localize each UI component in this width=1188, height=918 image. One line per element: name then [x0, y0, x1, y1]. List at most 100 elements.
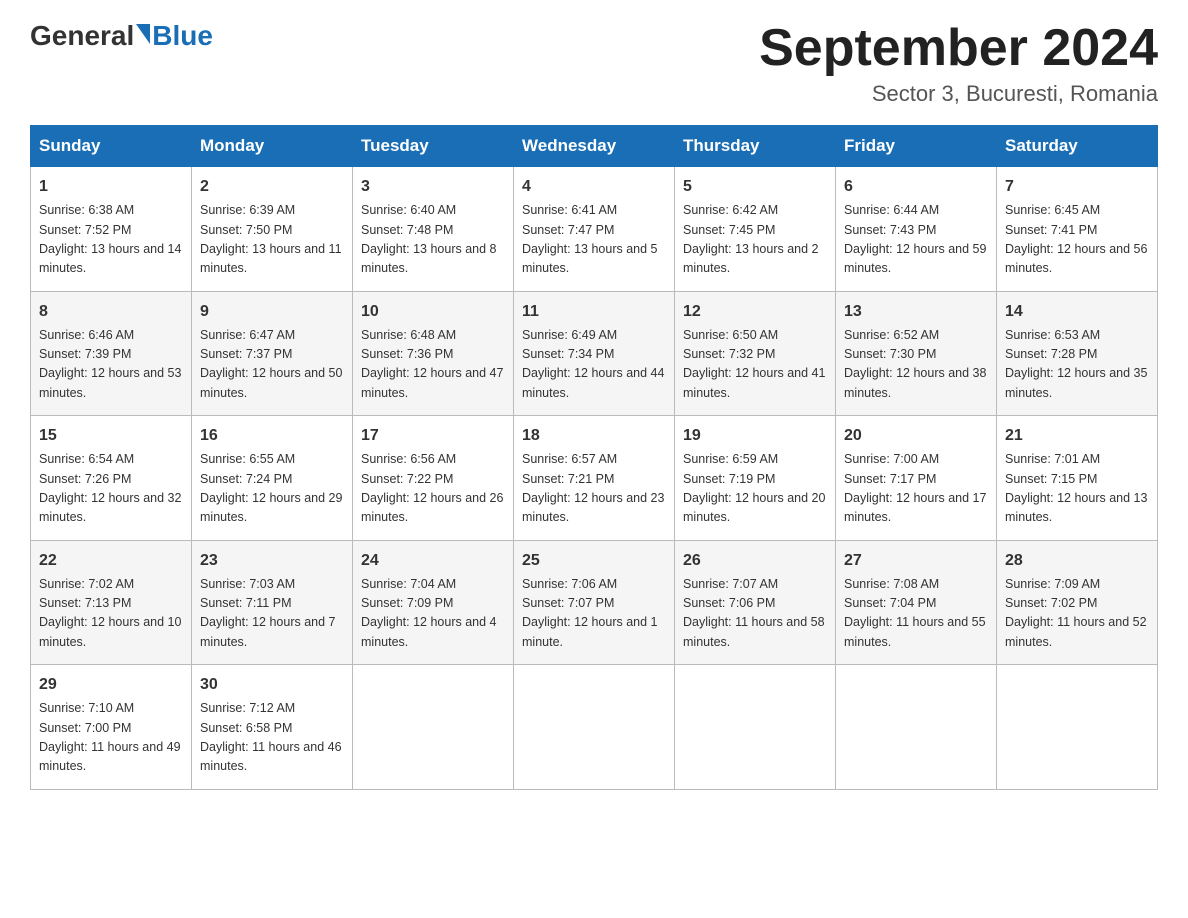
- day-number: 4: [522, 175, 666, 199]
- day-info: Sunrise: 6:59 AMSunset: 7:19 PMDaylight:…: [683, 450, 827, 528]
- day-number: 28: [1005, 549, 1149, 573]
- day-info: Sunrise: 7:02 AMSunset: 7:13 PMDaylight:…: [39, 575, 183, 653]
- day-number: 5: [683, 175, 827, 199]
- day-info: Sunrise: 6:41 AMSunset: 7:47 PMDaylight:…: [522, 201, 666, 279]
- calendar-cell: 10Sunrise: 6:48 AMSunset: 7:36 PMDayligh…: [353, 291, 514, 416]
- calendar-cell: 5Sunrise: 6:42 AMSunset: 7:45 PMDaylight…: [675, 167, 836, 292]
- day-number: 21: [1005, 424, 1149, 448]
- day-number: 26: [683, 549, 827, 573]
- title-area: September 2024 Sector 3, Bucuresti, Roma…: [759, 20, 1158, 107]
- day-number: 14: [1005, 300, 1149, 324]
- calendar-week-1: 1Sunrise: 6:38 AMSunset: 7:52 PMDaylight…: [31, 167, 1158, 292]
- calendar-header: Sunday Monday Tuesday Wednesday Thursday…: [31, 126, 1158, 167]
- day-number: 11: [522, 300, 666, 324]
- day-info: Sunrise: 7:12 AMSunset: 6:58 PMDaylight:…: [200, 699, 344, 777]
- col-tuesday: Tuesday: [353, 126, 514, 167]
- calendar-cell: 25Sunrise: 7:06 AMSunset: 7:07 PMDayligh…: [514, 540, 675, 665]
- day-number: 6: [844, 175, 988, 199]
- calendar-cell: [836, 665, 997, 790]
- day-number: 24: [361, 549, 505, 573]
- calendar-week-5: 29Sunrise: 7:10 AMSunset: 7:00 PMDayligh…: [31, 665, 1158, 790]
- day-info: Sunrise: 6:47 AMSunset: 7:37 PMDaylight:…: [200, 326, 344, 404]
- logo-arrow-icon: [136, 24, 150, 44]
- calendar-cell: 27Sunrise: 7:08 AMSunset: 7:04 PMDayligh…: [836, 540, 997, 665]
- calendar-cell: [675, 665, 836, 790]
- logo-blue-text: Blue: [152, 20, 213, 52]
- calendar-cell: 9Sunrise: 6:47 AMSunset: 7:37 PMDaylight…: [192, 291, 353, 416]
- day-number: 15: [39, 424, 183, 448]
- day-number: 7: [1005, 175, 1149, 199]
- header-row: Sunday Monday Tuesday Wednesday Thursday…: [31, 126, 1158, 167]
- day-number: 8: [39, 300, 183, 324]
- calendar-cell: [353, 665, 514, 790]
- calendar-table: Sunday Monday Tuesday Wednesday Thursday…: [30, 125, 1158, 790]
- day-number: 29: [39, 673, 183, 697]
- day-info: Sunrise: 7:08 AMSunset: 7:04 PMDaylight:…: [844, 575, 988, 653]
- day-info: Sunrise: 7:01 AMSunset: 7:15 PMDaylight:…: [1005, 450, 1149, 528]
- day-info: Sunrise: 6:42 AMSunset: 7:45 PMDaylight:…: [683, 201, 827, 279]
- day-number: 16: [200, 424, 344, 448]
- day-number: 22: [39, 549, 183, 573]
- day-info: Sunrise: 6:54 AMSunset: 7:26 PMDaylight:…: [39, 450, 183, 528]
- calendar-cell: [514, 665, 675, 790]
- calendar-cell: 6Sunrise: 6:44 AMSunset: 7:43 PMDaylight…: [836, 167, 997, 292]
- page-header: General Blue September 2024 Sector 3, Bu…: [30, 20, 1158, 107]
- day-info: Sunrise: 6:57 AMSunset: 7:21 PMDaylight:…: [522, 450, 666, 528]
- calendar-cell: 3Sunrise: 6:40 AMSunset: 7:48 PMDaylight…: [353, 167, 514, 292]
- day-number: 18: [522, 424, 666, 448]
- calendar-cell: 18Sunrise: 6:57 AMSunset: 7:21 PMDayligh…: [514, 416, 675, 541]
- col-monday: Monday: [192, 126, 353, 167]
- day-number: 12: [683, 300, 827, 324]
- day-number: 17: [361, 424, 505, 448]
- day-info: Sunrise: 6:56 AMSunset: 7:22 PMDaylight:…: [361, 450, 505, 528]
- day-number: 9: [200, 300, 344, 324]
- calendar-cell: 1Sunrise: 6:38 AMSunset: 7:52 PMDaylight…: [31, 167, 192, 292]
- calendar-cell: 20Sunrise: 7:00 AMSunset: 7:17 PMDayligh…: [836, 416, 997, 541]
- location-subtitle: Sector 3, Bucuresti, Romania: [759, 81, 1158, 107]
- calendar-week-3: 15Sunrise: 6:54 AMSunset: 7:26 PMDayligh…: [31, 416, 1158, 541]
- calendar-cell: 24Sunrise: 7:04 AMSunset: 7:09 PMDayligh…: [353, 540, 514, 665]
- day-number: 1: [39, 175, 183, 199]
- calendar-cell: 26Sunrise: 7:07 AMSunset: 7:06 PMDayligh…: [675, 540, 836, 665]
- day-number: 19: [683, 424, 827, 448]
- calendar-cell: 21Sunrise: 7:01 AMSunset: 7:15 PMDayligh…: [997, 416, 1158, 541]
- col-wednesday: Wednesday: [514, 126, 675, 167]
- calendar-cell: 11Sunrise: 6:49 AMSunset: 7:34 PMDayligh…: [514, 291, 675, 416]
- day-info: Sunrise: 7:03 AMSunset: 7:11 PMDaylight:…: [200, 575, 344, 653]
- day-info: Sunrise: 6:52 AMSunset: 7:30 PMDaylight:…: [844, 326, 988, 404]
- calendar-cell: 2Sunrise: 6:39 AMSunset: 7:50 PMDaylight…: [192, 167, 353, 292]
- calendar-cell: 12Sunrise: 6:50 AMSunset: 7:32 PMDayligh…: [675, 291, 836, 416]
- col-sunday: Sunday: [31, 126, 192, 167]
- calendar-cell: 19Sunrise: 6:59 AMSunset: 7:19 PMDayligh…: [675, 416, 836, 541]
- day-info: Sunrise: 7:07 AMSunset: 7:06 PMDaylight:…: [683, 575, 827, 653]
- calendar-cell: [997, 665, 1158, 790]
- calendar-cell: 16Sunrise: 6:55 AMSunset: 7:24 PMDayligh…: [192, 416, 353, 541]
- day-number: 3: [361, 175, 505, 199]
- logo-general-text: General: [30, 20, 134, 52]
- day-number: 13: [844, 300, 988, 324]
- day-info: Sunrise: 7:09 AMSunset: 7:02 PMDaylight:…: [1005, 575, 1149, 653]
- calendar-cell: 15Sunrise: 6:54 AMSunset: 7:26 PMDayligh…: [31, 416, 192, 541]
- day-info: Sunrise: 6:45 AMSunset: 7:41 PMDaylight:…: [1005, 201, 1149, 279]
- col-friday: Friday: [836, 126, 997, 167]
- day-info: Sunrise: 7:00 AMSunset: 7:17 PMDaylight:…: [844, 450, 988, 528]
- calendar-cell: 13Sunrise: 6:52 AMSunset: 7:30 PMDayligh…: [836, 291, 997, 416]
- day-number: 25: [522, 549, 666, 573]
- calendar-week-2: 8Sunrise: 6:46 AMSunset: 7:39 PMDaylight…: [31, 291, 1158, 416]
- calendar-cell: 30Sunrise: 7:12 AMSunset: 6:58 PMDayligh…: [192, 665, 353, 790]
- calendar-cell: 17Sunrise: 6:56 AMSunset: 7:22 PMDayligh…: [353, 416, 514, 541]
- calendar-cell: 23Sunrise: 7:03 AMSunset: 7:11 PMDayligh…: [192, 540, 353, 665]
- day-info: Sunrise: 6:46 AMSunset: 7:39 PMDaylight:…: [39, 326, 183, 404]
- day-info: Sunrise: 6:39 AMSunset: 7:50 PMDaylight:…: [200, 201, 344, 279]
- day-info: Sunrise: 7:06 AMSunset: 7:07 PMDaylight:…: [522, 575, 666, 653]
- day-info: Sunrise: 6:44 AMSunset: 7:43 PMDaylight:…: [844, 201, 988, 279]
- day-info: Sunrise: 7:10 AMSunset: 7:00 PMDaylight:…: [39, 699, 183, 777]
- calendar-cell: 29Sunrise: 7:10 AMSunset: 7:00 PMDayligh…: [31, 665, 192, 790]
- logo: General Blue: [30, 20, 213, 52]
- day-number: 23: [200, 549, 344, 573]
- day-number: 20: [844, 424, 988, 448]
- day-info: Sunrise: 7:04 AMSunset: 7:09 PMDaylight:…: [361, 575, 505, 653]
- day-number: 10: [361, 300, 505, 324]
- day-info: Sunrise: 6:50 AMSunset: 7:32 PMDaylight:…: [683, 326, 827, 404]
- calendar-cell: 4Sunrise: 6:41 AMSunset: 7:47 PMDaylight…: [514, 167, 675, 292]
